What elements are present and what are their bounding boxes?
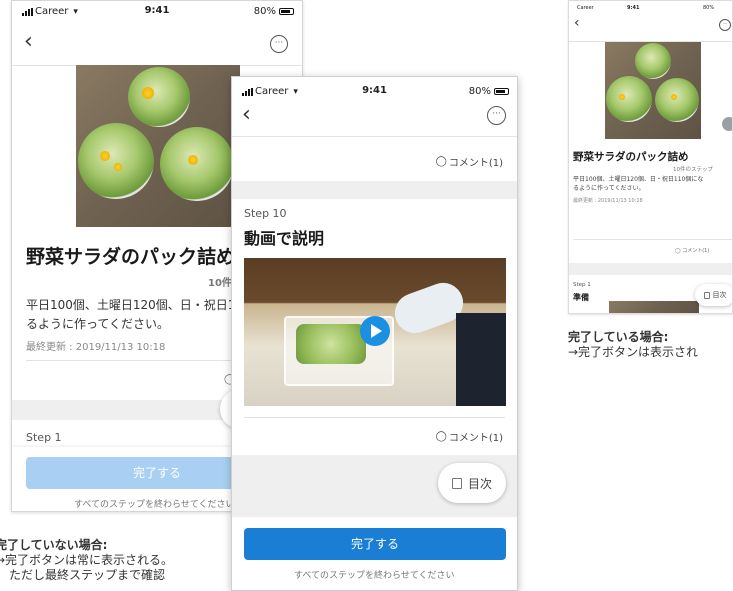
battery-percent: 80% bbox=[253, 6, 276, 17]
step-label: Step 1 bbox=[573, 282, 591, 288]
battery-percent: 80% bbox=[703, 5, 715, 11]
battery-percent: 80% bbox=[468, 86, 491, 97]
step-title: 準備 bbox=[573, 293, 589, 302]
status-bar: Career ▾ 9:41 80% bbox=[12, 1, 302, 23]
comment-link[interactable]: ◯ コメント(1) bbox=[436, 429, 503, 444]
recipe-title: 野菜サラダのパック詰め bbox=[573, 151, 689, 163]
gallery-badge[interactable] bbox=[722, 117, 732, 131]
status-time: 9:41 bbox=[627, 5, 640, 11]
more-icon[interactable]: ·· bbox=[719, 19, 731, 31]
more-icon[interactable]: ··· bbox=[270, 35, 288, 53]
carrier-label: Career bbox=[577, 5, 594, 11]
recipe-image bbox=[76, 65, 240, 227]
recipe-description: 平日100個、土曜日120個、日・祝日1 るように作ってください。 bbox=[26, 298, 236, 331]
comment-link[interactable]: ◯ コメント(1) bbox=[675, 247, 709, 254]
comment-bubble-icon: ◯ bbox=[435, 156, 447, 167]
complete-hint: すべてのステップを終わらせてください bbox=[74, 500, 235, 510]
recipe-image bbox=[605, 42, 701, 139]
step-label: Step 1 bbox=[26, 431, 62, 444]
status-bar: Career ▾ 9:41 80% bbox=[232, 81, 517, 103]
complete-hint: すべてのステップを終わらせてください bbox=[294, 571, 455, 581]
recipe-description: 平日100個、土曜日120個、日・祝日110個にな るように作ってください。 bbox=[573, 176, 704, 192]
last-updated: 最終更新 : 2019/11/13 10:18 bbox=[573, 198, 643, 204]
step-image bbox=[609, 301, 699, 313]
comment-bubble-icon: ◯ bbox=[435, 431, 447, 442]
chevron-left-icon[interactable]: ‹ bbox=[574, 16, 580, 30]
battery-icon bbox=[494, 88, 509, 95]
step-label: Step 10 bbox=[244, 207, 287, 220]
chevron-left-icon[interactable]: ‹ bbox=[242, 104, 251, 126]
status-bar: Career 9:41 80% bbox=[569, 1, 732, 15]
comment-bubble-icon: ◯ bbox=[675, 248, 681, 254]
caption-not-completed: 完了していない場合: →完了ボタンは常に表示される。 ただし最終ステップまで確認 bbox=[0, 538, 174, 582]
video-player[interactable] bbox=[244, 258, 506, 406]
chevron-left-icon[interactable]: ‹ bbox=[24, 31, 33, 53]
battery-icon bbox=[279, 8, 294, 15]
complete-button[interactable]: 完了する bbox=[244, 528, 506, 560]
toc-button[interactable]: 目次 bbox=[438, 463, 506, 503]
play-icon[interactable] bbox=[360, 316, 390, 346]
steps-count: 10件のステップ bbox=[673, 167, 713, 173]
comment-link[interactable]: ◯ コメント(1) bbox=[436, 154, 503, 169]
recipe-title: 野菜サラダのパック詰め bbox=[26, 246, 236, 268]
toc-icon bbox=[451, 477, 462, 489]
right-screen: Career 9:41 80% ‹ ·· 野菜サラダのパック詰め 10件のステッ… bbox=[568, 0, 733, 314]
step-title: 動画で説明 bbox=[244, 229, 325, 248]
toc-button[interactable]: 目次 bbox=[695, 284, 732, 306]
last-updated: 最終更新 : 2019/11/13 10:18 bbox=[26, 342, 166, 353]
steps-count: 10件 bbox=[208, 278, 232, 289]
caption-completed: 完了している場合: →完了ボタンは表示され bbox=[568, 330, 699, 359]
toc-icon bbox=[703, 291, 710, 299]
more-icon[interactable]: ··· bbox=[487, 106, 506, 125]
middle-screen: Career ▾ 9:41 80% ‹ ··· ◯ コメント(1) Step 1… bbox=[231, 76, 518, 591]
